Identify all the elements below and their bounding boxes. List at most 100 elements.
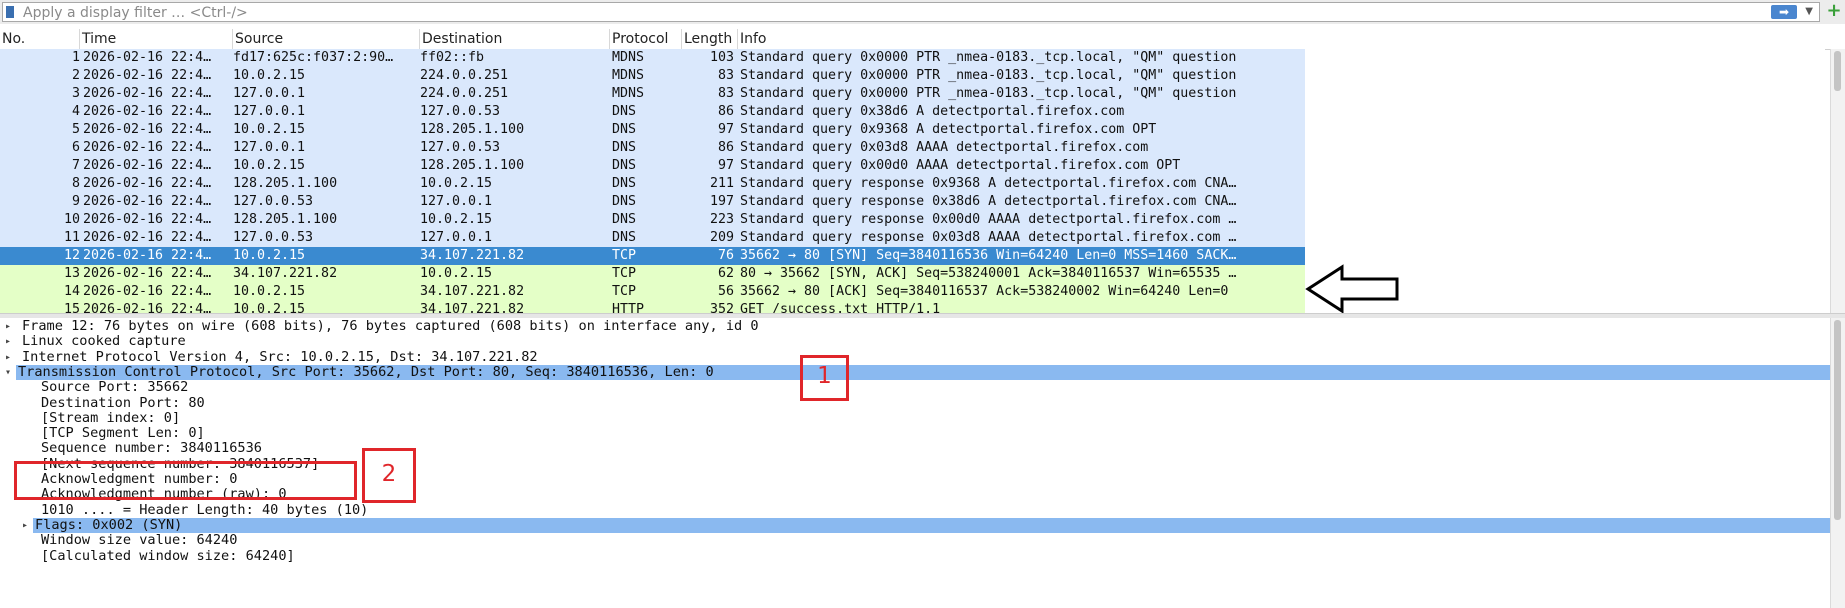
packet-row[interactable]: 4 2026-02-16 22:4… 127.0.0.1 127.0.0.53 DNS 8… [0,103,1305,121]
packet-no: 1 [71,50,80,65]
annotation-label-1: 1 [817,363,832,389]
packet-source: 127.0.0.1 [233,140,306,155]
detail-tree-item[interactable]: ▸ Frame 12: 76 bytes on wire (608 bits), … [0,319,1820,334]
packet-time: 2026-02-16 22:4… [83,104,212,119]
packet-row[interactable]: 12 2026-02-16 22:4… 10.0.2.15 34.107.221.82… [0,247,1305,265]
detail-tree-item[interactable]: ▸ Linux cooked capture [0,334,1820,349]
packet-source: 10.0.2.15 [233,68,306,83]
column-header-protocol[interactable]: Protocol [610,29,682,49]
packet-row[interactable]: 5 2026-02-16 22:4… 10.0.2.15 128.205.1.100 D… [0,121,1305,139]
apply-filter-arrow-icon[interactable]: ➡ [1771,5,1797,19]
packet-row[interactable]: 10 2026-02-16 22:4… 128.205.1.100 10.0.2.15… [0,211,1305,229]
packet-no: 13 [63,266,80,281]
packet-info: Standard query response 0x00d0 AAAA dete… [740,212,1237,227]
packet-no: 11 [63,230,80,245]
packet-destination: 128.205.1.100 [420,158,525,173]
packet-details-tree: [Calculated window size: 64240] Window si… [0,318,1845,608]
packet-info: Standard query 0x03d8 AAAA detectportal.… [740,140,1149,155]
packet-length: 56 [717,284,734,299]
packet-no: 3 [71,86,80,101]
packet-destination: 127.0.0.1 [420,194,493,209]
packet-no: 10 [63,212,80,227]
packet-row[interactable]: 15 2026-02-16 22:4… 10.0.2.15 34.107.221.82… [0,301,1305,313]
packet-info: Standard query 0x38d6 A detectportal.fir… [740,104,1125,119]
packet-destination: 224.0.0.251 [420,68,509,83]
packet-protocol: DNS [612,230,637,245]
detail-tree-item[interactable]: Destination Port: 80 [0,395,1820,411]
packet-rows: 1 2026-02-16 22:4… fd17:625c:f037:2:90… ff0… [0,49,1305,313]
detail-tree-item[interactable]: Source Port: 35662 [0,380,1820,395]
packet-time: 2026-02-16 22:4… [83,266,212,281]
details-scrollbar[interactable] [1830,318,1845,608]
packet-info: Standard query 0x0000 PTR _nmea-0183._tc… [740,68,1237,83]
packet-length: 209 [709,230,734,245]
filter-placeholder: Apply a display filter … <Ctrl-/> [23,5,248,21]
detail-tree-item[interactable]: ▸ Internet Protocol Version 4, Src: 10.0.… [0,349,1820,365]
packet-source: 128.205.1.100 [233,212,338,227]
column-header-source[interactable]: Source [233,29,420,49]
column-header-no[interactable]: No. [0,29,80,49]
packet-no: 5 [71,122,80,137]
packet-time: 2026-02-16 22:4… [83,50,212,65]
column-header-info[interactable]: Info [738,29,1305,49]
chevron-down-icon[interactable]: ▼ [1805,6,1813,17]
packet-row[interactable]: 9 2026-02-16 22:4… 127.0.0.53 127.0.0.1 DNS 1… [0,193,1305,211]
packet-protocol: MDNS [612,68,645,83]
packet-row[interactable]: 1 2026-02-16 22:4… fd17:625c:f037:2:90… ff0… [0,49,1305,67]
packet-info: Standard query response 0x03d8 AAAA dete… [740,230,1237,245]
display-filter-bar: Apply a display filter … <Ctrl-/> ➡ ▼ + [0,0,1845,25]
add-filter-button[interactable]: + [1826,2,1842,20]
packet-row[interactable]: 11 2026-02-16 22:4… 127.0.0.53 127.0.0.1 DNS… [0,229,1305,247]
packet-length: 97 [717,158,734,173]
packet-row[interactable]: 8 2026-02-16 22:4… 128.205.1.100 10.0.2.15 D… [0,175,1305,193]
detail-tree-item[interactable]: [Calculated window size: 64240] [0,548,1820,564]
detail-tree-text: [TCP Segment Len: 0] [41,425,205,442]
collapsed-arrow-icon[interactable]: ▸ [22,518,28,533]
display-filter-input[interactable]: Apply a display filter … <Ctrl-/> ➡ ▼ [2,2,1820,22]
detail-tree-text: [Stream index: 0] [41,409,181,426]
packet-protocol: DNS [612,140,637,155]
detail-tree-item[interactable]: 1010 .... = Header Length: 40 bytes (10) [0,502,1820,518]
expanded-arrow-icon[interactable]: ▾ [5,365,11,380]
detail-tree-text: Source Port: 35662 [41,379,189,396]
detail-tree-item[interactable]: Window size value: 64240 [0,533,1820,548]
collapsed-arrow-icon[interactable]: ▸ [5,350,11,365]
packet-info: Standard query 0x9368 A detectportal.fir… [740,122,1157,137]
packet-destination: 10.0.2.15 [420,212,493,227]
packet-protocol: DNS [612,176,637,191]
packet-time: 2026-02-16 22:4… [83,212,212,227]
packet-row[interactable]: 7 2026-02-16 22:4… 10.0.2.15 128.205.1.100 D… [0,157,1305,175]
collapsed-arrow-icon[interactable]: ▸ [5,319,11,334]
packet-row[interactable]: 3 2026-02-16 22:4… 127.0.0.1 224.0.0.251 MDN… [0,85,1305,103]
column-header-length[interactable]: Length [682,29,738,49]
detail-tree-item[interactable]: ▾ Transmission Control Protocol, Src Port… [5,364,1831,380]
packet-no: 6 [71,140,80,155]
packet-length: 86 [717,104,734,119]
packet-row[interactable]: 6 2026-02-16 22:4… 127.0.0.1 127.0.0.53 DNS 8… [0,139,1305,157]
column-header-destination[interactable]: Destination [420,29,610,49]
packet-source: 127.0.0.53 [233,194,314,209]
bookmark-icon[interactable] [6,6,14,18]
packet-row[interactable]: 13 2026-02-16 22:4… 34.107.221.82 10.0.2.15… [0,265,1305,283]
collapsed-arrow-icon[interactable]: ▸ [5,334,11,349]
packet-row[interactable]: 14 2026-02-16 22:4… 10.0.2.15 34.107.221.82… [0,283,1305,301]
detail-tree-item[interactable]: Sequence number: 3840116536 [0,441,1820,456]
detail-tree-item[interactable]: [Stream index: 0] [0,409,1820,426]
packet-no: 15 [63,302,80,313]
packet-protocol: TCP [612,248,637,263]
detail-tree-text: Frame 12: 76 bytes on wire (608 bits), 7… [22,318,759,334]
scrollbar-thumb[interactable] [1834,51,1841,91]
packet-length: 103 [709,50,734,65]
packet-row[interactable]: 2 2026-02-16 22:4… 10.0.2.15 224.0.0.251 MDN… [0,67,1305,85]
left-arrow-annotation-icon [1305,264,1399,313]
detail-tree-item[interactable]: ▸ Flags: 0x002 (SYN) [22,517,1831,533]
packet-destination: 34.107.221.82 [420,248,525,263]
scrollbar-thumb[interactable] [1834,320,1841,520]
packet-protocol: DNS [612,104,637,119]
detail-tree-item[interactable]: [TCP Segment Len: 0] [0,426,1820,441]
packet-no: 9 [71,194,80,209]
packet-length: 223 [709,212,734,227]
column-header-time[interactable]: Time [80,29,233,49]
packet-length: 97 [717,122,734,137]
packet-list-scrollbar[interactable] [1830,49,1845,313]
